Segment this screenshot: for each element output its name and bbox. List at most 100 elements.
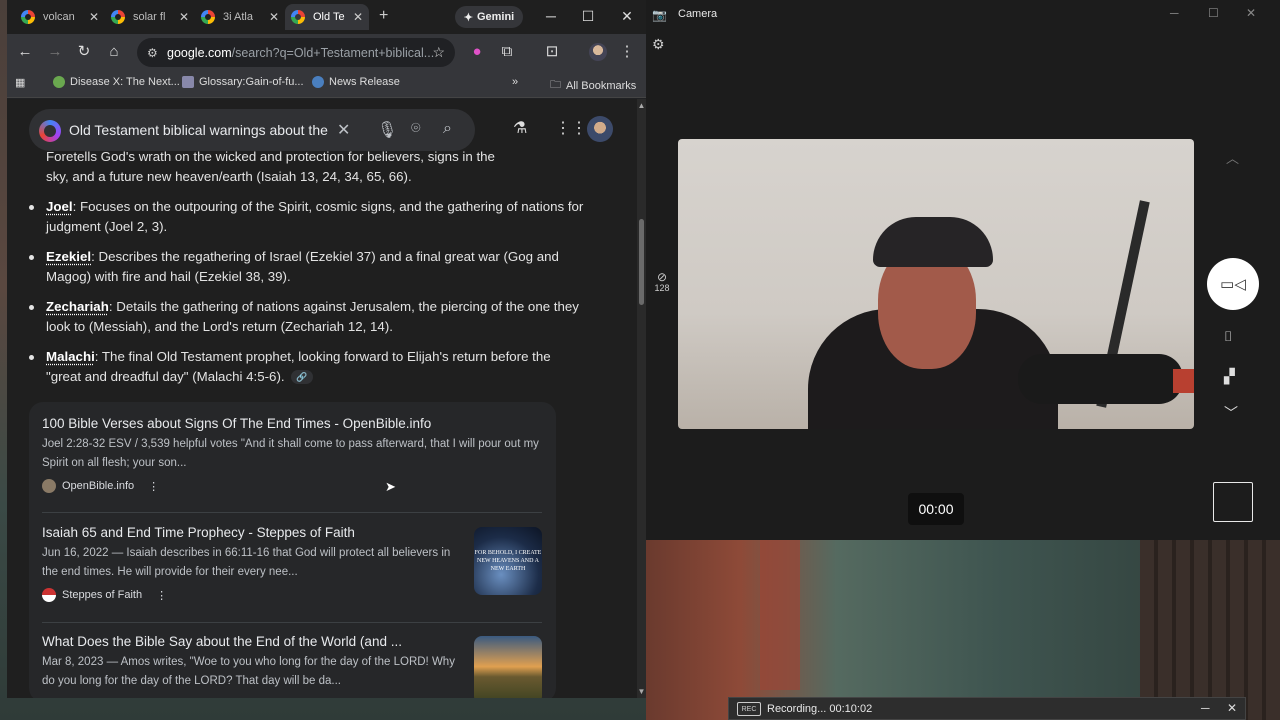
result-openbible[interactable]: 100 Bible Verses about Signs Of The End … bbox=[42, 416, 542, 493]
camera-title: Camera bbox=[678, 8, 718, 20]
page-content[interactable]: Old Testament biblical warnings about th… bbox=[7, 99, 637, 698]
result-source[interactable]: Steppes of Faith ⋮ bbox=[42, 588, 542, 602]
bookmark-glossary[interactable]: Glossary:Gain-of-fu... bbox=[182, 76, 304, 88]
bookmark-news-release[interactable]: News Release bbox=[312, 76, 400, 88]
scrollbar[interactable]: ▲ ▼ bbox=[637, 99, 646, 698]
result-thumbnail[interactable] bbox=[474, 636, 542, 698]
url-path: /search?q=Old+Testament+biblical... bbox=[231, 45, 435, 60]
tab-close-icon[interactable]: ✕ bbox=[347, 10, 363, 24]
result-title[interactable]: Isaiah 65 and End Time Prophecy - Steppe… bbox=[42, 525, 542, 540]
tab-atlas[interactable]: 3i Atla ✕ bbox=[195, 4, 285, 30]
result-title[interactable]: What Does the Bible Say about the End of… bbox=[42, 634, 542, 649]
gemini-sparkle-icon: ✦ bbox=[463, 11, 473, 24]
tab-search-icon[interactable]: ⊡ bbox=[542, 42, 562, 62]
gallery-thumbnail-button[interactable] bbox=[1213, 482, 1253, 522]
bullet-dot bbox=[29, 255, 34, 260]
answer-bullet-malachi: Malachi: The final Old Testament prophet… bbox=[46, 349, 551, 385]
scroll-up-arrow-icon[interactable]: ▲ bbox=[637, 101, 646, 110]
extensions-puzzle-icon[interactable]: ⧉ bbox=[497, 42, 517, 62]
hdr-toggle[interactable]: ⊘ 128 bbox=[650, 271, 674, 294]
camera-app-icon: 📷 bbox=[652, 8, 667, 22]
chrome-window: volcan ✕ solar fl ✕ 3i Atla ✕ Old Te ✕ +… bbox=[7, 0, 646, 698]
labs-flask-icon[interactable]: ⚗ bbox=[513, 118, 527, 138]
tab-old-testament[interactable]: Old Te ✕ bbox=[285, 4, 369, 30]
google-favicon-icon bbox=[291, 10, 305, 24]
result-snippet: Joel 2:28-32 ESV / 3,539 helpful votes "… bbox=[42, 438, 539, 469]
extension-pink-icon[interactable]: ● bbox=[467, 42, 487, 62]
tab-close-icon[interactable]: ✕ bbox=[173, 10, 189, 24]
result-end-of-world[interactable]: What Does the Bible Say about the End of… bbox=[42, 634, 542, 698]
mic-icon[interactable]: 🎙 bbox=[377, 120, 397, 140]
more-options-icon[interactable]: ⋮ bbox=[148, 480, 159, 493]
forward-arrow-icon[interactable]: → bbox=[45, 42, 65, 62]
tab-volcano[interactable]: volcan ✕ bbox=[15, 4, 105, 30]
minimize-button[interactable]: ─ bbox=[541, 8, 561, 24]
google-favicon-icon bbox=[111, 10, 125, 24]
all-bookmarks-label: All Bookmarks bbox=[566, 79, 637, 92]
address-bar[interactable]: ⚙ google.com/search?q=Old+Testament+bibl… bbox=[137, 38, 455, 67]
tab-close-icon[interactable]: ✕ bbox=[263, 10, 279, 24]
browser-toolbar: ← → ↻ ⌂ ⚙ google.com/search?q=Old+Testam… bbox=[7, 34, 646, 70]
maximize-button[interactable]: ☐ bbox=[578, 8, 598, 25]
profile-avatar[interactable] bbox=[589, 43, 607, 61]
result-title[interactable]: 100 Bible Verses about Signs Of The End … bbox=[42, 416, 542, 431]
close-window-button[interactable]: ✕ bbox=[1246, 6, 1256, 20]
result-steppes-of-faith[interactable]: Isaiah 65 and End Time Prophecy - Steppe… bbox=[42, 525, 542, 602]
back-arrow-icon[interactable]: ← bbox=[15, 42, 35, 62]
steppes-favicon-icon bbox=[42, 588, 56, 602]
search-query[interactable]: Old Testament biblical warnings about th… bbox=[69, 122, 329, 138]
tab-label: solar fl bbox=[133, 11, 166, 23]
bookmark-star-icon[interactable]: ☆ bbox=[432, 44, 445, 61]
search-box[interactable]: Old Testament biblical warnings about th… bbox=[29, 109, 475, 151]
apps-grid-icon[interactable]: ▦ bbox=[15, 76, 25, 89]
new-tab-button[interactable]: + bbox=[379, 7, 388, 25]
search-icon[interactable]: ⌕ bbox=[443, 120, 452, 138]
chevron-down-icon[interactable]: ﹀ bbox=[1224, 403, 1238, 423]
mouse-cursor-icon: ➤ bbox=[385, 479, 396, 494]
result-source[interactable]: OpenBible.info ⋮ bbox=[42, 479, 542, 493]
result-divider bbox=[42, 622, 542, 623]
menu-kebab-icon[interactable]: ⋮ bbox=[617, 42, 637, 62]
minimize-button[interactable]: ─ bbox=[1201, 701, 1210, 715]
close-icon[interactable]: ✕ bbox=[1227, 701, 1237, 715]
desktop-wallpaper-pole bbox=[760, 540, 800, 690]
qr-scan-icon[interactable]: ▞ bbox=[1224, 368, 1235, 385]
video-mode-button[interactable]: ▭◁ bbox=[1207, 258, 1259, 310]
clear-search-icon[interactable]: ✕ bbox=[337, 120, 350, 140]
settings-gear-icon[interactable]: ⚙ bbox=[652, 36, 665, 53]
source-link-chip-icon[interactable]: 🔗 bbox=[290, 370, 313, 385]
bookmark-disease-x[interactable]: Disease X: The Next... bbox=[53, 76, 180, 88]
bookmarks-overflow-button[interactable]: » bbox=[512, 76, 518, 88]
folder-icon: 🗀 bbox=[550, 79, 561, 91]
chevron-up-icon[interactable]: ︿ bbox=[1226, 148, 1239, 167]
tab-label: Old Te bbox=[313, 11, 345, 23]
camera-lens-icon[interactable]: ⌾ bbox=[411, 120, 421, 138]
home-icon[interactable]: ⌂ bbox=[104, 42, 124, 62]
scroll-down-arrow-icon[interactable]: ▼ bbox=[637, 687, 646, 696]
tab-solar[interactable]: solar fl ✕ bbox=[105, 4, 195, 30]
bookmark-favicon-icon bbox=[312, 76, 324, 88]
tab-close-icon[interactable]: ✕ bbox=[83, 10, 99, 24]
account-avatar[interactable] bbox=[587, 116, 613, 142]
close-window-button[interactable]: ✕ bbox=[617, 8, 637, 25]
desktop-wallpaper-bridge bbox=[1140, 540, 1280, 720]
minimize-button[interactable]: ─ bbox=[1170, 6, 1179, 20]
bullet-dot bbox=[29, 305, 34, 310]
photo-mode-icon[interactable]: ⌷ bbox=[1224, 328, 1232, 345]
result-snippet: Jun 16, 2022 — Isaiah describes in 66:11… bbox=[42, 547, 451, 578]
tab-label: 3i Atla bbox=[223, 11, 253, 23]
gemini-button[interactable]: ✦ Gemini bbox=[455, 6, 523, 28]
reload-icon[interactable]: ↻ bbox=[74, 42, 94, 62]
all-bookmarks-button[interactable]: 🗀 All Bookmarks bbox=[550, 76, 636, 95]
site-info-icon[interactable]: ⚙ bbox=[147, 46, 158, 60]
result-thumbnail[interactable]: FOR BEHOLD, I CREATE NEW HEAVENS AND A N… bbox=[474, 527, 542, 595]
scrollbar-thumb[interactable] bbox=[639, 219, 644, 305]
google-apps-icon[interactable]: ⋮⋮ bbox=[555, 118, 587, 138]
result-source-name: Steppes of Faith bbox=[62, 589, 143, 601]
google-favicon-icon bbox=[21, 10, 35, 24]
google-favicon-icon bbox=[201, 10, 215, 24]
maximize-button[interactable]: ☐ bbox=[1208, 6, 1219, 20]
more-options-icon[interactable]: ⋮ bbox=[156, 589, 167, 602]
ai-mode-logo-icon bbox=[39, 120, 61, 142]
recording-timer: 00:00 bbox=[908, 493, 964, 525]
